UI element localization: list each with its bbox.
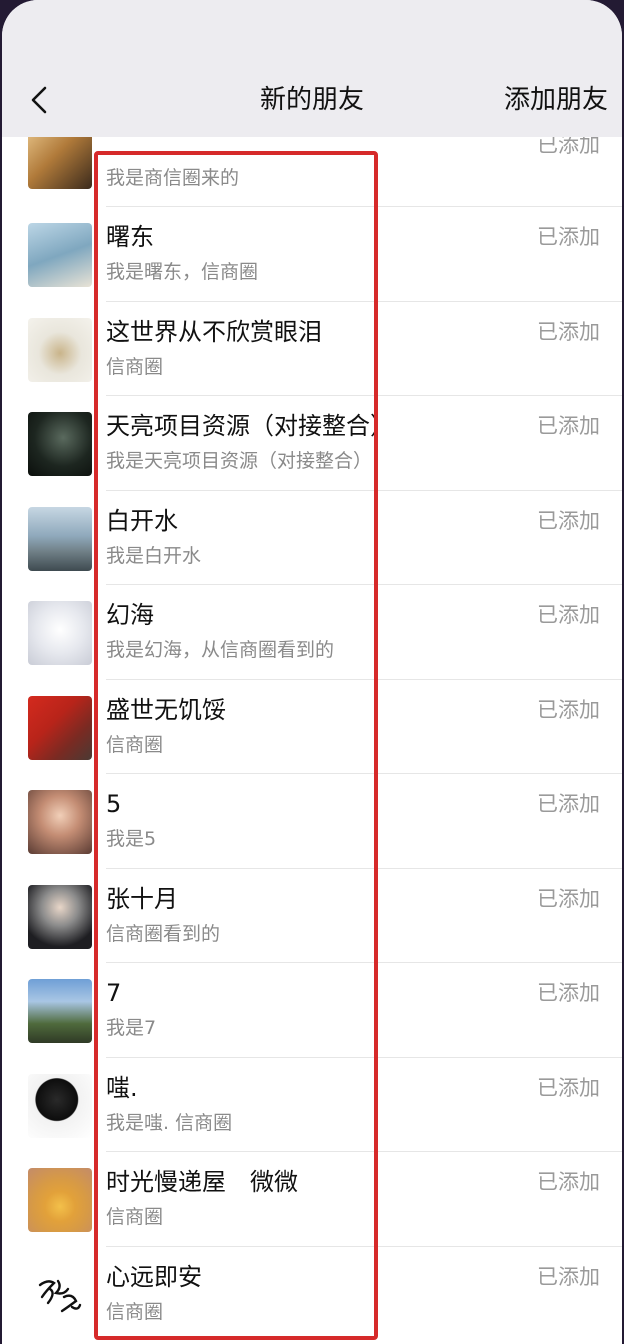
friend-row[interactable]: 7 我是7 已添加	[2, 963, 622, 1058]
friend-name: 心远即安	[106, 1262, 202, 1291]
status-added: 已添加	[537, 886, 600, 911]
avatar	[28, 506, 92, 571]
calligraphy-avatar-icon	[38, 1279, 82, 1312]
friend-list: 我是商信圈来的 已添加 曙东 我是曙东，信商圈 已添加 这世界从不欣赏眼泪 信商…	[2, 137, 622, 1344]
avatar	[28, 1262, 92, 1327]
friend-row[interactable]: 白开水 我是白开水 已添加	[2, 491, 622, 585]
add-friend-button[interactable]: 添加朋友	[504, 82, 608, 118]
avatar	[28, 790, 92, 854]
friend-row[interactable]: 天亮项目资源（对接整合） 我是天亮项目资源（对接整合） 已添加	[2, 396, 622, 491]
nav-bar: 新的朋友 添加朋友	[2, 0, 622, 137]
avatar	[28, 412, 92, 476]
friend-message: 信商圈	[106, 1206, 164, 1228]
status-added: 已添加	[537, 319, 600, 344]
friend-name: 7	[106, 979, 122, 1007]
friend-row[interactable]: 时光慢递屋 微微 信商圈 已添加	[2, 1152, 622, 1247]
phone-screen: 新的朋友 添加朋友 我是商信圈来的 已添加 曙东 我是曙东，信商圈 已添加 这世…	[2, 0, 622, 1344]
friend-row[interactable]: 盛世无饥馁 信商圈 已添加	[2, 680, 622, 774]
avatar	[28, 1073, 92, 1138]
status-added: 已添加	[537, 414, 600, 438]
friend-row[interactable]: 嗤. 我是嗤. 信商圈 已添加	[2, 1058, 622, 1152]
friend-message: 信商圈	[106, 733, 164, 756]
avatar	[28, 223, 92, 287]
friend-message: 我是白开水	[106, 544, 202, 567]
friend-name: 曙东	[106, 223, 154, 251]
status-added: 已添加	[537, 1170, 600, 1194]
friend-row[interactable]: 幻海 我是幻海，从信商圈看到的 已添加	[2, 585, 622, 680]
status-added: 已添加	[537, 697, 600, 722]
status-added: 已添加	[537, 508, 600, 533]
status-added: 已添加	[537, 792, 600, 816]
avatar	[28, 137, 92, 189]
avatar	[28, 601, 92, 665]
avatar	[28, 979, 92, 1043]
friend-message: 我是5	[106, 828, 157, 850]
friend-row[interactable]: 5 我是5 已添加	[2, 774, 622, 869]
friend-name: 天亮项目资源（对接整合）	[106, 412, 394, 440]
friend-row[interactable]: 曙东 我是曙东，信商圈 已添加	[2, 207, 622, 302]
friend-message: 我是嗤. 信商圈	[106, 1111, 233, 1134]
friend-name: 5	[106, 790, 122, 818]
friend-name: 幻海	[106, 601, 154, 629]
friend-name: 张十月	[106, 884, 178, 913]
status-added: 已添加	[537, 1264, 600, 1289]
friend-message: 我是商信圈来的	[106, 167, 240, 189]
friend-message: 我是曙东，信商圈	[106, 261, 259, 283]
avatar	[28, 884, 92, 949]
friend-row[interactable]: 张十月 信商圈看到的 已添加	[2, 869, 622, 963]
status-added: 已添加	[537, 981, 600, 1005]
friend-message: 信商圈看到的	[106, 922, 221, 945]
friend-message: 信商圈	[106, 1300, 164, 1323]
status-added: 已添加	[537, 603, 600, 627]
status-added: 已添加	[537, 137, 600, 157]
status-added: 已添加	[537, 1075, 600, 1100]
friend-name: 时光慢递屋 微微	[106, 1168, 298, 1196]
avatar	[28, 1168, 92, 1232]
friend-row[interactable]: 心远即安 信商圈 已添加	[2, 1247, 622, 1342]
friend-name: 这世界从不欣赏眼泪	[106, 317, 322, 346]
friend-name: 白开水	[106, 506, 178, 535]
friend-message: 信商圈	[106, 355, 164, 378]
friend-row[interactable]: 这世界从不欣赏眼泪 信商圈 已添加	[2, 302, 622, 396]
avatar	[28, 695, 92, 760]
friend-name: 嗤.	[106, 1073, 138, 1102]
friend-row[interactable]: 我是商信圈来的 已添加	[2, 137, 622, 207]
friend-message: 我是天亮项目资源（对接整合）	[106, 450, 373, 472]
friend-message: 我是幻海，从信商圈看到的	[106, 639, 335, 661]
status-added: 已添加	[537, 225, 600, 249]
friend-message: 我是7	[106, 1017, 157, 1039]
avatar	[28, 317, 92, 382]
friend-name: 盛世无饥馁	[106, 695, 226, 724]
